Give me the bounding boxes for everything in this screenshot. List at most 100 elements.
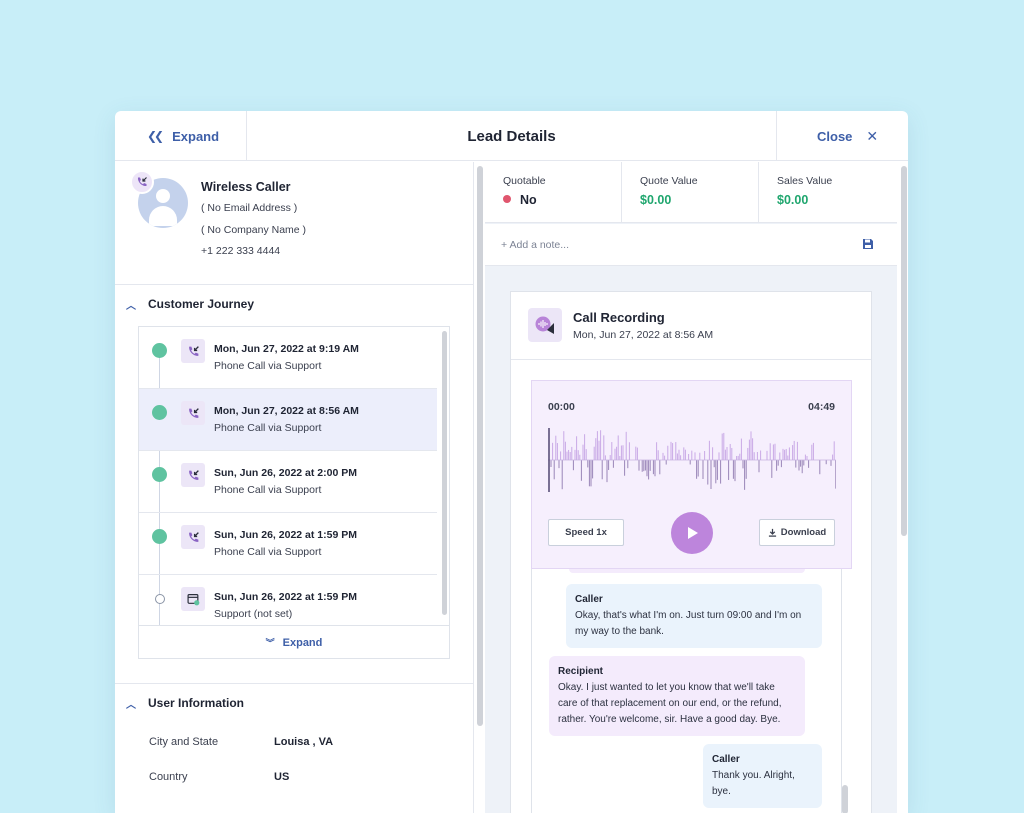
country-value: US: [274, 771, 290, 783]
expand-panel-label: Expand: [172, 128, 220, 144]
download-icon: [768, 528, 776, 537]
incoming-call-icon: [181, 339, 205, 363]
transcript-scrollbar[interactable]: [842, 785, 848, 813]
chevron-up-icon: ︿: [126, 300, 136, 312]
journey-scrollbar[interactable]: [442, 331, 447, 615]
download-label: Download: [780, 527, 827, 538]
journey-item-subtitle: Phone Call via Support: [214, 546, 322, 558]
web-visit-icon: [181, 587, 205, 611]
journey-item[interactable]: Mon, Jun 27, 2022 at 9:19 AM Phone Call …: [139, 327, 437, 389]
quote-value-label: Quote Value: [640, 175, 698, 187]
journey-item[interactable]: Sun, Jun 26, 2022 at 2:00 PM Phone Call …: [139, 451, 437, 513]
journey-item-title: Mon, Jun 27, 2022 at 9:19 AM: [214, 343, 359, 355]
time-current: 00:00: [548, 401, 575, 413]
double-chevron-left-icon: ❮❮: [147, 129, 164, 143]
right-column: Quotable No Quote Value $0.00 Sales Valu…: [485, 162, 897, 813]
left-column: Wireless Caller ( No Email Address ) ( N…: [115, 162, 474, 813]
left-scrollbar[interactable]: [477, 166, 483, 726]
close-button[interactable]: Close ✕: [776, 111, 908, 161]
journey-dot: [152, 529, 167, 544]
time-total: 04:49: [808, 401, 835, 413]
save-icon[interactable]: [862, 238, 874, 250]
chevron-up-icon: ︿: [126, 699, 136, 711]
add-note-input[interactable]: [501, 236, 841, 254]
journey-item-title: Sun, Jun 26, 2022 at 1:59 PM: [214, 591, 357, 603]
sales-value-label: Sales Value: [777, 175, 833, 187]
incoming-call-icon: [130, 170, 154, 194]
journey-item-title: Mon, Jun 27, 2022 at 8:56 AM: [214, 405, 359, 417]
user-information-title: User Information: [148, 696, 245, 710]
journey-item[interactable]: Sun, Jun 26, 2022 at 1:59 PM Support (no…: [139, 575, 437, 625]
status-dot: [503, 195, 511, 203]
message-speaker: Caller: [575, 594, 603, 605]
contact-company: ( No Company Name ): [201, 224, 307, 236]
incoming-call-icon: [181, 401, 205, 425]
speed-label: Speed 1x: [565, 527, 607, 538]
customer-journey-title: Customer Journey: [148, 297, 255, 311]
call-recording-date: Mon, Jun 27, 2022 at 8:56 AM: [573, 329, 714, 341]
expand-panel-button[interactable]: ❮❮ Expand: [115, 111, 247, 161]
speed-button[interactable]: Speed 1x: [548, 519, 624, 546]
contact-phone: +1 222 333 4444: [201, 245, 281, 257]
close-label: Close: [817, 128, 853, 144]
message-text: Okay. I just wanted to let you know that…: [558, 682, 782, 725]
journey-dot: [152, 405, 167, 420]
transcript-message-caller: Caller Okay, that's what I'm on. Just tu…: [566, 584, 822, 648]
panel-header: ❮❮ Expand Lead Details Close ✕: [115, 111, 908, 161]
journey-item[interactable]: Sun, Jun 26, 2022 at 1:59 PM Phone Call …: [139, 513, 437, 575]
sales-value[interactable]: $0.00: [777, 193, 808, 207]
journey-dot: [152, 343, 167, 358]
contact-card: Wireless Caller ( No Email Address ) ( N…: [115, 162, 474, 285]
waveform[interactable]: [548, 425, 836, 495]
journey-dot-empty: [155, 594, 165, 604]
quote-value[interactable]: $0.00: [640, 193, 671, 207]
stats-bar: Quotable No Quote Value $0.00 Sales Valu…: [485, 162, 897, 223]
page-title: Lead Details: [467, 127, 556, 145]
download-button[interactable]: Download: [759, 519, 835, 546]
journey-item-subtitle: Phone Call via Support: [214, 360, 322, 372]
play-icon: [688, 527, 698, 539]
journey-dot: [152, 467, 167, 482]
close-icon: ✕: [866, 127, 879, 144]
double-chevron-down-icon: ︾: [265, 638, 275, 648]
incoming-call-icon: [181, 525, 205, 549]
quotable-value[interactable]: No: [503, 193, 537, 207]
user-information-toggle[interactable]: ︿ User Information: [115, 684, 474, 722]
incoming-call-icon: [181, 463, 205, 487]
right-scrollbar[interactable]: [901, 166, 907, 536]
journey-item-subtitle: Phone Call via Support: [214, 484, 322, 496]
customer-journey-toggle[interactable]: ︿ Customer Journey: [115, 285, 474, 323]
country-label: Country: [149, 771, 188, 783]
call-recording-icon: [528, 308, 562, 342]
transcript-message-caller: Caller Thank you. Alright, bye.: [703, 744, 822, 808]
city-state-label: City and State: [149, 736, 219, 748]
quotable-stat: Quotable No: [485, 162, 622, 223]
transcript: Caller Okay, that's what I'm on. Just tu…: [531, 569, 852, 813]
contact-email: ( No Email Address ): [201, 202, 298, 214]
play-button[interactable]: [671, 512, 713, 554]
call-recording-title: Call Recording: [573, 310, 665, 325]
message-speaker: Caller: [712, 754, 740, 765]
transcript-message-recipient: Recipient Okay. I just wanted to let you…: [549, 656, 805, 736]
journey-item-subtitle: Phone Call via Support: [214, 422, 322, 434]
message-text: Okay, that's what I'm on. Just turn 09:0…: [575, 610, 802, 637]
call-recording-card: Call Recording Mon, Jun 27, 2022 at 8:56…: [510, 291, 872, 813]
journey-expand-label: Expand: [282, 636, 323, 649]
note-bar: [485, 224, 897, 266]
lead-details-panel: ❮❮ Expand Lead Details Close ✕ Wireless …: [115, 111, 908, 813]
audio-player: 00:00 04:49 Speed 1x Download: [531, 380, 852, 569]
message-speaker: Recipient: [558, 666, 604, 677]
contact-name: Wireless Caller: [201, 180, 291, 194]
quote-value-stat: Quote Value $0.00: [622, 162, 759, 223]
city-state-value: Louisa , VA: [274, 736, 334, 748]
journey-item-title: Sun, Jun 26, 2022 at 2:00 PM: [214, 467, 357, 479]
sales-value-stat: Sales Value $0.00: [759, 162, 897, 223]
journey-item-title: Sun, Jun 26, 2022 at 1:59 PM: [214, 529, 357, 541]
message-text: Thank you. Alright, bye.: [712, 770, 795, 797]
journey-expand-button[interactable]: ︾ Expand: [139, 625, 449, 659]
journey-item-selected[interactable]: Mon, Jun 27, 2022 at 8:56 AM Phone Call …: [139, 389, 437, 451]
customer-journey-list: Mon, Jun 27, 2022 at 9:19 AM Phone Call …: [138, 326, 450, 659]
journey-item-subtitle: Support (not set): [214, 608, 293, 620]
quotable-label: Quotable: [503, 175, 546, 187]
call-recording-header: Call Recording Mon, Jun 27, 2022 at 8:56…: [511, 292, 871, 360]
